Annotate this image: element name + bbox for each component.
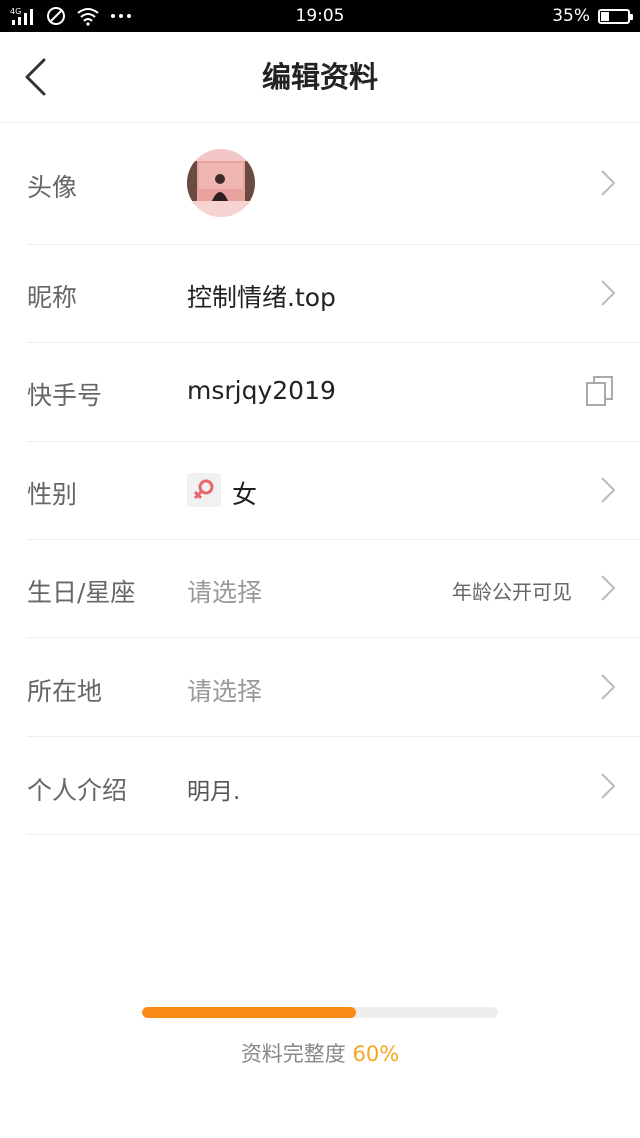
gender-value: 女 — [232, 480, 258, 509]
user-id-value: msrjqy2019 — [187, 376, 336, 405]
row-label: 头像 — [27, 173, 78, 202]
completeness-percent: 60% — [352, 1042, 400, 1066]
row-avatar[interactable]: 头像 — [27, 122, 640, 245]
nickname-value: 控制情绪.top — [187, 283, 336, 312]
chevron-right-icon — [601, 575, 616, 601]
row-label: 快手号 — [27, 381, 103, 410]
row-label: 昵称 — [27, 283, 78, 312]
row-birthday[interactable]: 生日/星座 请选择 年龄公开可见 — [27, 539, 640, 638]
battery-icon — [598, 8, 633, 24]
row-label: 个人介绍 — [27, 776, 128, 805]
row-user-id: 快手号 msrjqy2019 — [27, 342, 640, 442]
completeness-progress-bar — [142, 1007, 498, 1018]
row-nickname[interactable]: 昵称 控制情绪.top — [27, 244, 640, 343]
status-right: 35% — [552, 0, 633, 32]
copy-icon[interactable] — [586, 375, 614, 407]
row-label: 性别 — [27, 480, 78, 509]
chevron-right-icon — [601, 773, 616, 799]
completeness-progress-fill — [142, 1007, 356, 1018]
battery-percent: 35% — [552, 6, 590, 26]
chevron-right-icon — [601, 674, 616, 700]
navigation-bar: 编辑资料 — [0, 32, 640, 123]
row-bio[interactable]: 个人介绍 明月. — [27, 736, 640, 835]
chevron-right-icon — [601, 477, 616, 503]
row-label: 所在地 — [27, 677, 103, 706]
age-visibility-hint: 年龄公开可见 — [452, 580, 572, 604]
status-time: 19:05 — [295, 6, 345, 26]
avatar-image — [187, 149, 255, 217]
status-bar: 4G 19:05 35% — [0, 0, 640, 32]
location-placeholder: 请选择 — [187, 677, 263, 706]
completeness-label: 资料完整度 — [240, 1042, 346, 1066]
row-location[interactable]: 所在地 请选择 — [27, 637, 640, 737]
chevron-right-icon — [601, 170, 616, 196]
row-gender[interactable]: 性别 女 — [27, 441, 640, 540]
female-icon — [193, 479, 214, 500]
avatar — [187, 149, 255, 217]
chevron-right-icon — [601, 280, 616, 306]
bio-value: 明月. — [187, 779, 241, 805]
battery-level — [601, 11, 609, 21]
completeness-text: 资料完整度 60% — [0, 1038, 640, 1068]
page-title: 编辑资料 — [261, 60, 378, 94]
birthday-placeholder: 请选择 — [187, 578, 263, 607]
gender-badge — [187, 473, 221, 507]
row-label: 生日/星座 — [27, 578, 136, 607]
